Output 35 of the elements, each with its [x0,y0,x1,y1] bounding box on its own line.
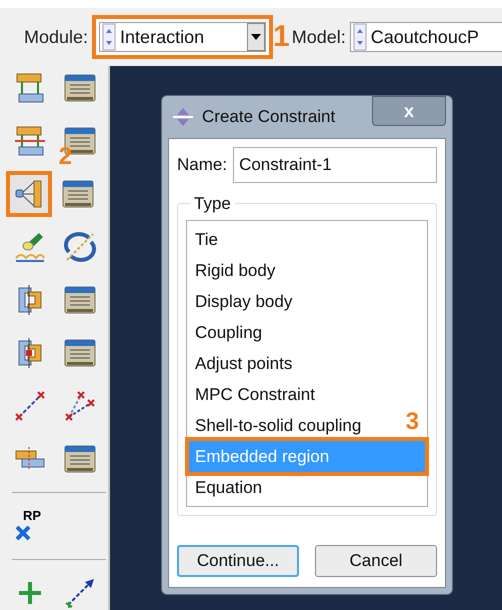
connector-icon [13,389,47,423]
list-item[interactable]: Adjust points [189,348,425,379]
field-label: Name: [177,154,228,176]
list-item[interactable]: Coupling [189,317,425,348]
dialog-title: Create Constraint [202,106,336,128]
list-item[interactable]: MPC Constraint [189,379,425,410]
tool-button[interactable] [62,229,98,265]
list-item[interactable]: Shell-to-solid coupling [189,410,406,441]
field-label: Model: [292,26,346,48]
field-label: Module: [24,26,88,48]
arrow-icon [63,576,97,610]
step-marker: 2 [58,145,72,169]
dialog-button[interactable]: Cancel [315,545,437,577]
list-item[interactable]: Rigid body [189,255,425,286]
tie-icon [13,124,47,158]
constraint-icon [172,106,194,128]
list-item[interactable]: Equation [189,472,425,503]
module-dropdown[interactable]: CaoutchoucP [350,22,502,52]
name-field[interactable]: Constraint-1 [233,147,437,183]
flashlight-icon [13,230,47,264]
tool-button[interactable] [6,171,52,217]
module-dropdown[interactable]: Interaction [99,22,266,52]
dropdown-value: Interaction [120,26,206,48]
rotation-icon [63,230,97,264]
spinner-icon [102,23,116,51]
list-item[interactable]: Tie [189,224,425,255]
dropdown-value: CaoutchoucP [370,26,480,48]
tool-button[interactable]: RP [12,508,48,544]
step-marker: 1 [273,22,290,52]
spinner-icon [352,23,367,51]
dropdown-caret-icon [247,23,266,51]
connectors-icon [63,389,97,423]
list-item[interactable]: Display body [189,286,425,317]
dialog-button[interactable]: Continue... [177,545,299,577]
step-marker: 3 [406,410,419,434]
